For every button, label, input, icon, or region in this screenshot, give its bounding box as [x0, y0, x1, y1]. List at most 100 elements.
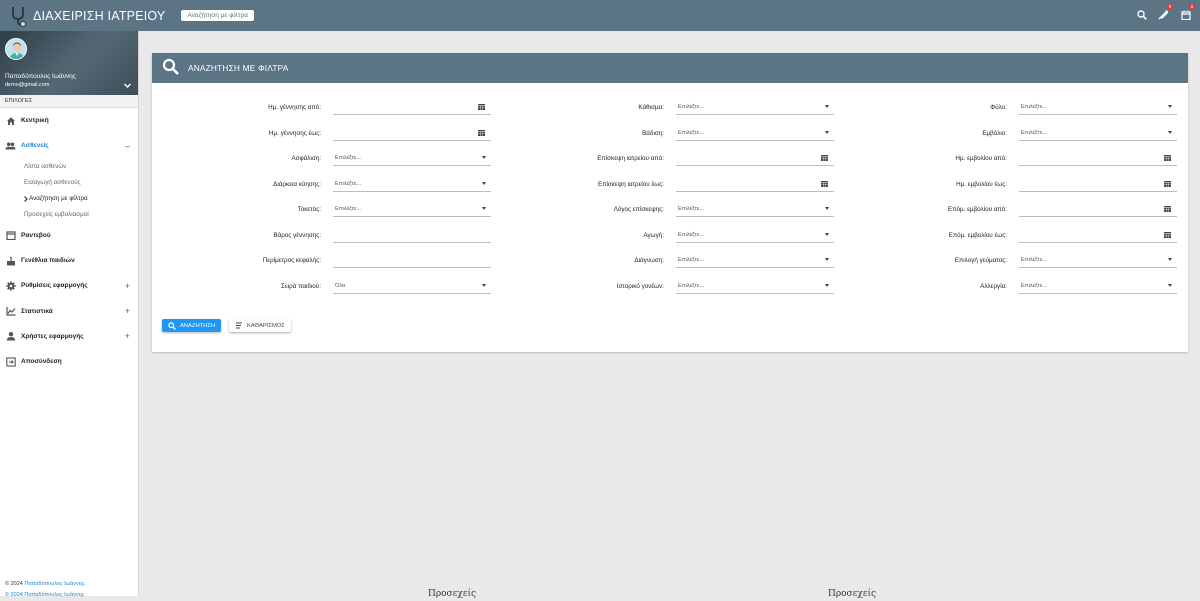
filter-label: Εμβόλιο: — [982, 129, 1007, 137]
text-input[interactable] — [333, 252, 491, 268]
calendar-icon[interactable] — [478, 130, 485, 136]
dropdown-caret-icon — [825, 131, 829, 134]
filter-row: Διάρκεια κύησης: Επιλέξτε... — [152, 176, 491, 192]
syringe-icon[interactable]: 0 — [1157, 4, 1173, 21]
filter-select[interactable]: Επιλέξτε... — [1019, 252, 1177, 268]
expand-toggle[interactable]: + — [125, 281, 130, 291]
filter-row: Σειρά παιδιού: Όλα — [152, 278, 491, 294]
top-bar: ΔΙΑΧΕΙΡΙΣΗ ΙΑΤΡΕΙΟΥ Αναζήτηση με φίλτρα … — [0, 0, 1200, 31]
search-button[interactable]: ΑΝΑΖΗΤΗΣΗ — [162, 319, 222, 332]
sidebar-item-birthdays[interactable]: Γενέθλια παιδιών — [0, 248, 138, 273]
filter-label: Βάδιση: — [642, 129, 664, 137]
breadcrumb[interactable]: Αναζήτηση με φίλτρα — [181, 10, 255, 21]
sidebar-item-statistics[interactable]: Στατιστικά + — [0, 298, 138, 323]
expand-toggle[interactable]: + — [125, 306, 130, 316]
date-input[interactable] — [333, 125, 491, 141]
calendar-icon[interactable] — [1164, 155, 1171, 161]
field-value: Επιλέξτε... — [1021, 103, 1047, 110]
home-icon — [5, 115, 16, 126]
search-icon[interactable] — [1135, 8, 1148, 21]
filter-select[interactable]: Επιλέξτε... — [676, 252, 834, 268]
footer: © 2024 Παπαδόπουλος Ιωάννης. © 2024 Παπα… — [5, 579, 86, 601]
sidebar-subitem-patient-list[interactable]: Λίστα ασθενών — [0, 159, 138, 175]
filter-select[interactable]: Επιλέξτε... — [676, 125, 834, 141]
filter-row: Τοκετός: Επιλέξτε... — [152, 201, 491, 217]
filter-label: Περίμετρος κεφαλής: — [262, 256, 321, 264]
date-input[interactable] — [1019, 201, 1177, 217]
dropdown-caret-icon — [1168, 131, 1172, 134]
footer-author-link[interactable]: Παπαδόπουλος Ιωάννης. — [24, 581, 86, 587]
date-input[interactable] — [1019, 227, 1177, 243]
calendar-icon[interactable] — [1164, 206, 1171, 212]
dropdown-caret-icon — [482, 156, 486, 159]
cake-icon — [5, 255, 16, 266]
expand-toggle[interactable]: + — [125, 331, 130, 341]
field-value: Επιλέξτε... — [1021, 256, 1047, 263]
filter-select[interactable]: Επιλέξτε... — [333, 201, 491, 217]
sidebar-item-patients[interactable]: Ασθενείς – — [0, 133, 138, 158]
date-input[interactable] — [1019, 176, 1177, 192]
filter-select[interactable]: Επιλέξτε... — [1019, 99, 1177, 115]
dropdown-caret-icon — [825, 105, 829, 108]
filter-select[interactable]: Επιλέξτε... — [676, 227, 834, 243]
sidebar-subitem-upcoming-vaccinations[interactable]: Προσεχείς εμβολιασμοί — [0, 207, 138, 223]
field-value: Επιλέξτε... — [678, 231, 704, 238]
sidebar: Παπαδόπουλος Ιωάννης demo@gmail.com ΕΠΙΛ… — [0, 31, 139, 598]
date-input[interactable] — [333, 99, 491, 115]
filter-row: Διάγνωση: Επιλέξτε... — [495, 252, 834, 268]
card-header: ΑΝΑΖΗΤΗΣΗ ΜΕ ΦΙΛΤΡΑ — [152, 53, 1188, 83]
date-input[interactable] — [676, 176, 834, 192]
clear-button[interactable]: ΚΑΘΑΡΙΣΜΟΣ — [229, 319, 291, 332]
sidebar-item-label: Ρυθμίσεις εφαρμογής — [21, 282, 88, 290]
filter-row: Κάθισμα: Επιλέξτε... — [495, 99, 834, 115]
card-title: ΑΝΑΖΗΤΗΣΗ ΜΕ ΦΙΛΤΡΑ — [188, 63, 289, 73]
calendar-icon[interactable] — [1164, 181, 1171, 187]
dropdown-caret-icon — [825, 284, 829, 287]
chevron-down-icon[interactable] — [123, 81, 132, 90]
filter-label: Ημ. γέννησης έως: — [268, 129, 321, 137]
filter-select[interactable]: Επιλέξτε... — [1019, 278, 1177, 294]
filter-label: Διάρκεια κύησης: — [273, 180, 321, 188]
filter-select[interactable]: Επιλέξτε... — [333, 150, 491, 166]
sidebar-item-settings[interactable]: Ρυθμίσεις εφαρμογής + — [0, 273, 138, 298]
filter-row: Ημ. εμβολίου έως: — [838, 176, 1177, 192]
filter-label: Επίσκεψη ιατρείου από: — [597, 154, 664, 162]
filter-label: Ημ. εμβολίου έως: — [956, 180, 1007, 188]
filter-label: Επόμ. εμβολίου από: — [947, 205, 1007, 213]
text-input[interactable] — [333, 227, 491, 243]
field-value: Επιλέξτε... — [335, 180, 361, 187]
dropdown-caret-icon — [482, 182, 486, 185]
calendar-icon — [5, 230, 16, 241]
sidebar-item-users[interactable]: Χρήστες εφαρμογής + — [0, 324, 138, 349]
calendar-icon[interactable] — [821, 155, 828, 161]
filter-select[interactable]: Επιλέξτε... — [676, 99, 834, 115]
filter-row: Ασφάλιση: Επιλέξτε... — [152, 150, 491, 166]
filter-select[interactable]: Επιλέξτε... — [676, 201, 834, 217]
filter-row: Ημ. γέννησης από: — [152, 99, 491, 115]
calendar-badge: 0 — [1189, 4, 1195, 10]
sidebar-item-appointments[interactable]: Ραντεβού — [0, 223, 138, 248]
date-input[interactable] — [676, 150, 834, 166]
filter-label: Επίσκεψη ιατρείου έως: — [597, 180, 664, 188]
calendar-icon[interactable] — [478, 104, 485, 110]
filter-label: Κάθισμα: — [638, 103, 664, 111]
calendar-icon[interactable]: 0 — [1179, 4, 1195, 21]
filter-select[interactable]: Επιλέξτε... — [1019, 125, 1177, 141]
calendar-icon[interactable] — [821, 181, 828, 187]
calendar-icon[interactable] — [1164, 232, 1171, 238]
sidebar-subitem-add-patient[interactable]: Εισαγωγή ασθενούς — [0, 175, 138, 191]
filter-label: Ημ. εμβολίου από: — [955, 154, 1007, 162]
date-input[interactable] — [1019, 150, 1177, 166]
clear-filters-icon — [236, 322, 242, 329]
filter-select[interactable]: Όλα — [333, 278, 491, 294]
filter-row: Αλλεργία: Επιλέξτε... — [838, 278, 1177, 294]
sidebar-subitem-filter-search[interactable]: Αναζήτηση με φίλτρα — [0, 191, 138, 207]
filter-select[interactable]: Επιλέξτε... — [676, 278, 834, 294]
sidebar-item-logout[interactable]: Αποσύνδεση — [0, 349, 138, 374]
collapse-toggle[interactable]: – — [125, 141, 130, 151]
filter-select[interactable]: Επιλέξτε... — [333, 176, 491, 192]
person-icon — [5, 331, 16, 342]
app-title: ΔΙΑΧΕΙΡΙΣΗ ΙΑΤΡΕΙΟΥ — [33, 8, 166, 23]
sidebar-item-home[interactable]: Κεντρική — [0, 108, 138, 133]
dropdown-caret-icon — [482, 207, 486, 210]
